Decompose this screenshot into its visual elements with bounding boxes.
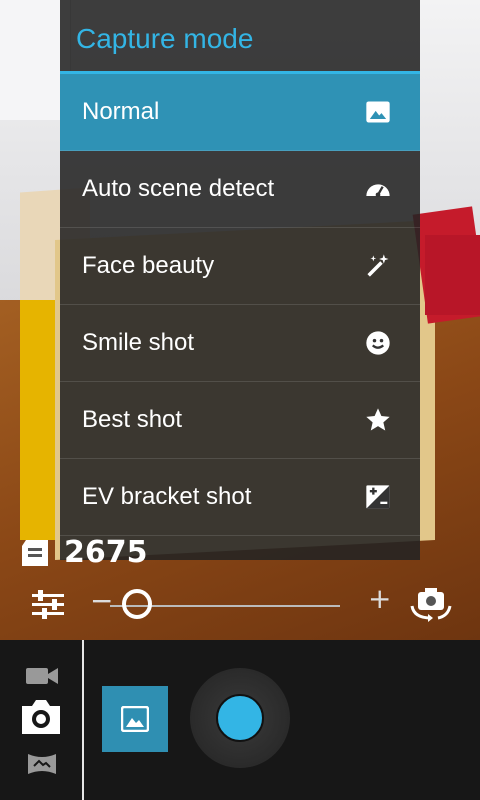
menu-title: Capture mode — [60, 0, 420, 74]
star-icon — [366, 408, 390, 431]
sd-card-icon — [22, 539, 48, 566]
photo-camera-icon[interactable] — [18, 698, 64, 736]
exposure-icon — [366, 485, 390, 509]
gallery-thumbnail[interactable] — [102, 686, 168, 752]
speedometer-icon — [366, 184, 390, 198]
menu-item-smile-shot[interactable]: Smile shot — [60, 305, 420, 382]
camera-bottom-bar — [0, 640, 480, 800]
menu-item-label: EV bracket shot — [82, 483, 252, 510]
capture-mode-menu: Capture mode Normal Auto scene detect Fa… — [60, 0, 420, 560]
menu-item-best-shot[interactable]: Best shot — [60, 382, 420, 459]
menu-item-normal[interactable]: Normal — [60, 74, 420, 151]
camera-mode-switcher — [0, 640, 84, 800]
video-camera-icon[interactable] — [26, 666, 58, 686]
remaining-shots-count: 2675 — [64, 535, 148, 570]
zoom-out-button[interactable]: − — [90, 584, 113, 617]
menu-item-auto-scene-detect[interactable]: Auto scene detect — [60, 151, 420, 228]
scene-can — [425, 235, 480, 315]
image-icon — [121, 706, 149, 732]
menu-item-label: Smile shot — [82, 329, 195, 356]
menu-item-label: Face beauty — [82, 252, 215, 279]
switch-camera-icon[interactable] — [408, 584, 454, 624]
menu-item-label: Normal — [82, 98, 160, 125]
smile-icon — [366, 331, 390, 355]
zoom-control: − + — [0, 580, 480, 630]
zoom-slider-thumb[interactable] — [122, 589, 152, 619]
menu-item-label: Best shot — [82, 406, 183, 433]
menu-item-ev-bracket-shot[interactable]: EV bracket shot — [60, 459, 420, 536]
menu-item-face-beauty[interactable]: Face beauty — [60, 228, 420, 305]
zoom-in-button[interactable]: + — [368, 582, 391, 615]
menu-item-label: Auto scene detect — [82, 175, 275, 202]
storage-indicator: 2675 — [22, 535, 148, 570]
settings-sliders-icon[interactable] — [30, 588, 66, 620]
panorama-icon[interactable] — [28, 752, 56, 776]
shutter-button[interactable] — [216, 694, 264, 742]
magic-wand-icon — [367, 254, 389, 277]
image-icon — [366, 101, 390, 123]
